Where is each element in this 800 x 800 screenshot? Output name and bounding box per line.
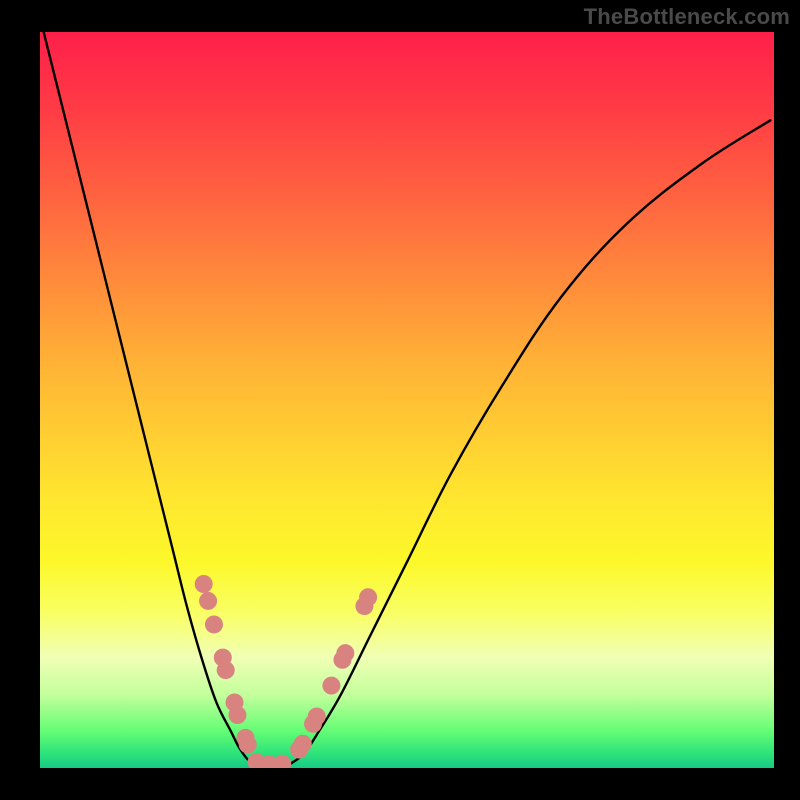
- data-marker: [239, 735, 257, 753]
- data-marker: [359, 588, 377, 606]
- data-marker: [199, 592, 217, 610]
- watermark-label: TheBottleneck.com: [584, 4, 790, 30]
- data-marker: [205, 615, 223, 633]
- data-marker: [228, 706, 246, 724]
- curve-right-branch: [290, 120, 771, 764]
- data-marker: [195, 575, 213, 593]
- data-marker: [308, 707, 326, 725]
- data-marker: [336, 644, 354, 662]
- data-marker: [273, 755, 291, 768]
- chart-stage: TheBottleneck.com: [0, 0, 800, 800]
- data-marker: [322, 677, 340, 695]
- chart-overlay: [40, 32, 774, 768]
- data-marker: [294, 735, 312, 753]
- marker-group: [195, 575, 377, 768]
- data-marker: [217, 661, 235, 679]
